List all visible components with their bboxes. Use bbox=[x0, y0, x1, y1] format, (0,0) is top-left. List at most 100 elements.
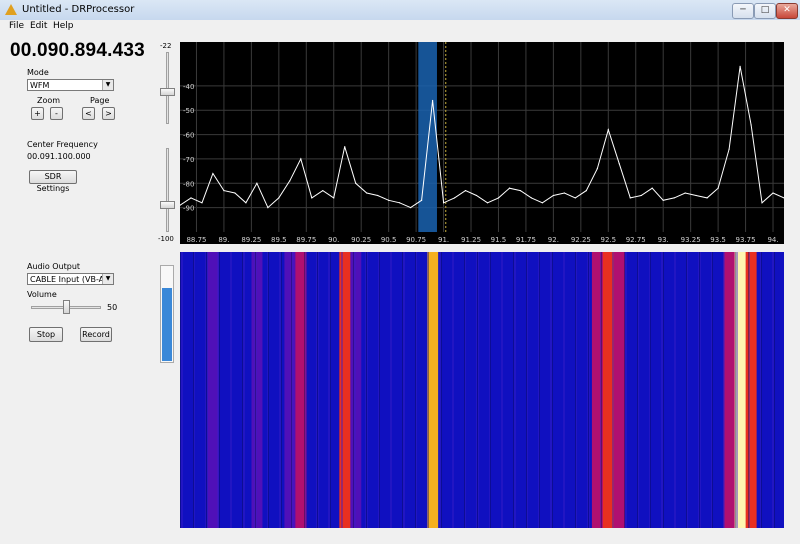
sdr-settings-button[interactable]: SDR Settings bbox=[29, 170, 77, 193]
bottom-gain-track[interactable] bbox=[166, 148, 169, 232]
x-tick-label: 91.25 bbox=[461, 236, 481, 244]
waterfall-noise-stripe bbox=[662, 252, 663, 528]
zoom-out-button[interactable]: - bbox=[50, 107, 63, 120]
waterfall-column bbox=[723, 252, 735, 528]
waterfall-noise-stripe bbox=[255, 252, 256, 528]
spectrum-point bbox=[574, 197, 576, 199]
bottom-gain-slider-thumb[interactable] bbox=[160, 201, 175, 209]
spectrum-point bbox=[267, 207, 269, 209]
waterfall-noise-stripe bbox=[736, 252, 737, 528]
mode-select[interactable]: WFM ▼ bbox=[27, 79, 114, 91]
waterfall-noise-stripe bbox=[552, 252, 553, 528]
spectrum-point bbox=[201, 202, 203, 204]
spectrum-plot[interactable]: 88.75 89. 89.25 89.5 89.75 90. 90.25 90.5 90.75 9… bbox=[179, 42, 785, 244]
waterfall-noise-stripe bbox=[342, 252, 343, 528]
stop-button[interactable]: Stop bbox=[29, 327, 63, 342]
close-button[interactable]: ✕ bbox=[776, 3, 798, 19]
waterfall-noise-stripe bbox=[366, 252, 367, 528]
spectrum-point bbox=[256, 182, 258, 184]
waterfall-noise-stripe bbox=[700, 252, 701, 528]
spectrum-point bbox=[322, 189, 324, 192]
selection-band bbox=[418, 42, 437, 232]
page-prev-button[interactable]: < bbox=[82, 107, 95, 120]
spectrum-point bbox=[442, 202, 445, 204]
gain-scale-bottom: -100 bbox=[158, 235, 174, 243]
spectrum-point bbox=[344, 146, 346, 148]
spectrum-point bbox=[289, 180, 291, 182]
spectrum-point bbox=[355, 182, 357, 184]
audio-output-select[interactable]: CABLE Input (VB-Audio ▼ bbox=[27, 273, 114, 285]
x-tick-label: 91.75 bbox=[516, 236, 536, 244]
waterfall-column bbox=[712, 252, 725, 528]
waterfall-noise-stripe bbox=[513, 252, 514, 528]
waterfall-noise-stripe bbox=[724, 252, 725, 528]
waterfall-noise-stripe bbox=[687, 252, 688, 528]
x-tick-label: 90.25 bbox=[351, 236, 371, 244]
waterfall-noise-stripe bbox=[613, 252, 614, 528]
spectrum-point bbox=[431, 99, 434, 102]
x-tick-label: 93.5 bbox=[710, 236, 726, 244]
x-tick-label: 93.75 bbox=[736, 236, 756, 244]
waterfall-noise-stripe bbox=[206, 252, 207, 528]
window-title: Untitled - DRProcessor bbox=[22, 4, 135, 15]
spectrum-point bbox=[399, 202, 401, 204]
waterfall-noise-stripe bbox=[231, 252, 232, 528]
spectrum-point bbox=[552, 194, 554, 197]
waterfall-noise-stripe bbox=[650, 252, 651, 528]
waterfall-noise-stripe bbox=[587, 252, 588, 528]
waterfall-noise-stripe bbox=[478, 252, 479, 528]
page-next-button[interactable]: > bbox=[102, 107, 115, 120]
spectrum-point bbox=[728, 148, 730, 150]
record-button[interactable]: Record bbox=[80, 327, 112, 342]
waterfall-noise-stripe bbox=[464, 252, 465, 528]
x-tick-label: 90.5 bbox=[381, 236, 397, 244]
waterfall-noise-stripe bbox=[219, 252, 220, 528]
waterfall-noise-stripe bbox=[428, 252, 429, 528]
waterfall-column bbox=[580, 252, 593, 528]
waterfall-noise-stripe bbox=[551, 252, 552, 528]
top-gain-slider-thumb[interactable] bbox=[160, 88, 175, 96]
spectrum-point bbox=[585, 189, 587, 192]
waterfall-noise-stripe bbox=[675, 252, 676, 528]
waterfall-noise-stripe bbox=[563, 252, 564, 528]
waterfall-noise-stripe bbox=[774, 252, 775, 528]
spectrum-point bbox=[662, 199, 664, 201]
waterfall-noise-stripe bbox=[527, 252, 528, 528]
waterfall-noise-stripe bbox=[355, 252, 356, 528]
waterfall-chart bbox=[174, 252, 790, 528]
x-tick-label: 92. bbox=[548, 236, 559, 244]
x-tick-label: 90. bbox=[328, 236, 339, 244]
spectrum-point bbox=[596, 168, 598, 170]
waterfall-noise-stripe bbox=[490, 252, 491, 528]
waterfall-noise-stripe bbox=[663, 252, 664, 528]
waterfall-noise-stripe bbox=[391, 252, 392, 528]
spectrum-point bbox=[717, 187, 719, 189]
waterfall-noise-stripe bbox=[575, 252, 576, 528]
zoom-in-button[interactable]: + bbox=[31, 107, 44, 120]
volume-slider-thumb[interactable] bbox=[63, 300, 70, 314]
spectrum-point bbox=[366, 192, 368, 194]
waterfall-noise-stripe bbox=[230, 252, 231, 528]
center-frequency-label: Center Frequency bbox=[27, 140, 98, 149]
y-tick-label: -90 bbox=[183, 205, 194, 213]
spectrum-point bbox=[706, 197, 708, 199]
waterfall-noise-stripe bbox=[712, 252, 713, 528]
waterfall-noise-stripe bbox=[526, 252, 527, 528]
waterfall-display[interactable] bbox=[174, 252, 790, 528]
spectrum-point bbox=[377, 194, 379, 197]
waterfall-noise-stripe bbox=[476, 252, 477, 528]
spectrum-point bbox=[486, 202, 489, 204]
waterfall-noise-stripe bbox=[465, 252, 466, 528]
waterfall-noise-stripe bbox=[439, 252, 440, 528]
menu-file[interactable]: File bbox=[9, 21, 24, 31]
waterfall-noise-stripe bbox=[217, 252, 218, 528]
minimize-button[interactable]: ─ bbox=[732, 3, 754, 19]
maximize-button[interactable]: □ bbox=[754, 3, 776, 19]
audio-output-label: Audio Output bbox=[27, 262, 81, 271]
menu-edit[interactable]: Edit bbox=[30, 21, 47, 31]
waterfall-noise-stripe bbox=[452, 252, 453, 528]
menu-help[interactable]: Help bbox=[53, 21, 74, 31]
waterfall-noise-stripe bbox=[318, 252, 319, 528]
audio-level-meter bbox=[160, 265, 174, 363]
waterfall-column bbox=[646, 252, 659, 528]
